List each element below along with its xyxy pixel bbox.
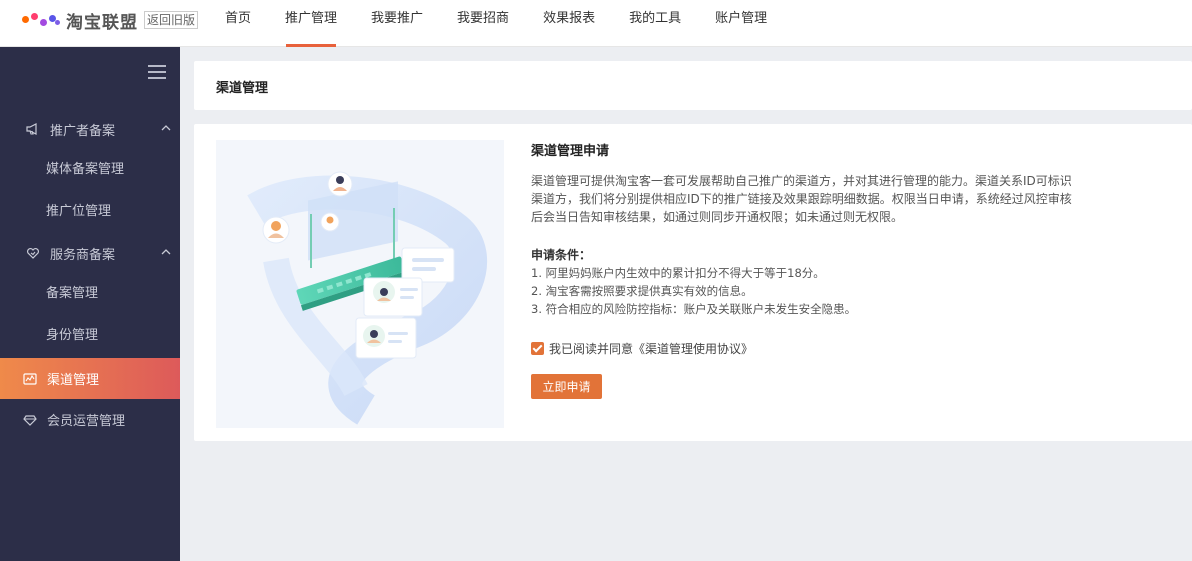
main-nav: 首页 推广管理 我要推广 我要招商 效果报表 我的工具 账户管理 [208,0,784,47]
sidebar-group-provider-filing[interactable]: 服务商备案 [0,233,180,273]
sidebar-item-label: 渠道管理 [47,373,100,388]
chevron-up-icon[interactable] [160,122,172,134]
condition-item: 1. 阿里妈妈账户内生效中的累计扣分不得大于等于18分。 [531,266,825,280]
condition-item: 2. 淘宝客需按照要求提供真实有效的信息。 [531,284,753,298]
taobao-union-logo[interactable]: 淘宝联盟 返回旧版 [22,9,199,33]
handshake-icon [26,246,40,260]
application-description: 渠道管理可提供淘宝客一套可发展帮助自己推广的渠道方，并对其进行管理的能力。渠道关… [531,174,1072,224]
sidebar-item-identity-management[interactable]: 身份管理 [0,316,180,356]
chevron-up-icon[interactable] [160,246,172,258]
apply-now-button[interactable]: 立即申请 [531,374,602,399]
agreement-row: 我已阅读并同意《渠道管理使用协议》 [531,340,1091,357]
agreement-label[interactable]: 我已阅读并同意《渠道管理使用协议》 [549,340,753,357]
diamond-icon [23,413,37,427]
page-title-card: 渠道管理 [194,61,1192,110]
application-heading: 渠道管理申请 [531,144,610,159]
sidebar-item-channel-management[interactable]: 渠道管理 [0,358,180,399]
sidebar-group-label: 推广者备案 [50,123,116,139]
sidebar: 推广者备案 媒体备案管理 推广位管理 服务商备案 备案管理 身份管理 渠道管理 … [0,47,180,561]
logo-text: 淘宝联盟 [66,12,138,33]
page-title: 渠道管理 [216,81,269,96]
agreement-checkbox[interactable] [531,342,544,355]
sidebar-item-filing-management[interactable]: 备案管理 [0,274,180,314]
nav-home[interactable]: 首页 [208,0,268,47]
nav-effect-report[interactable]: 效果报表 [526,0,612,47]
return-old-version-link[interactable]: 返回旧版 [144,11,199,29]
conditions-title: 申请条件： [531,248,592,262]
application-info: 渠道管理申请 渠道管理可提供淘宝客一套可发展帮助自己推广的渠道方，并对其进行管理… [531,140,1091,399]
menu-toggle-icon[interactable] [148,65,166,79]
nav-my-tools[interactable]: 我的工具 [612,0,698,47]
sidebar-item-member-operations[interactable]: 会员运营管理 [0,399,180,440]
top-navigation-bar: 淘宝联盟 返回旧版 首页 推广管理 我要推广 我要招商 效果报表 我的工具 账户… [0,0,1192,47]
megaphone-icon [26,122,40,136]
sidebar-group-label: 服务商备案 [50,247,116,263]
condition-item: 3. 符合相应的风险防控指标：账户及关联账户未发生安全隐患。 [531,302,857,316]
logo-icon [22,12,62,28]
nav-promotion-management[interactable]: 推广管理 [268,0,354,47]
sidebar-item-label: 会员运营管理 [47,414,126,429]
sidebar-item-media-filing[interactable]: 媒体备案管理 [0,150,180,190]
nav-account-management[interactable]: 账户管理 [698,0,784,47]
channel-icon [23,372,37,386]
sidebar-group-promoter-filing[interactable]: 推广者备案 [0,109,180,149]
nav-want-promote[interactable]: 我要推广 [354,0,440,47]
channel-management-illustration [216,140,504,428]
nav-want-recruit[interactable]: 我要招商 [440,0,526,47]
channel-application-card: 渠道管理申请 渠道管理可提供淘宝客一套可发展帮助自己推广的渠道方，并对其进行管理… [194,124,1192,441]
sidebar-item-promotion-slots[interactable]: 推广位管理 [0,192,180,232]
